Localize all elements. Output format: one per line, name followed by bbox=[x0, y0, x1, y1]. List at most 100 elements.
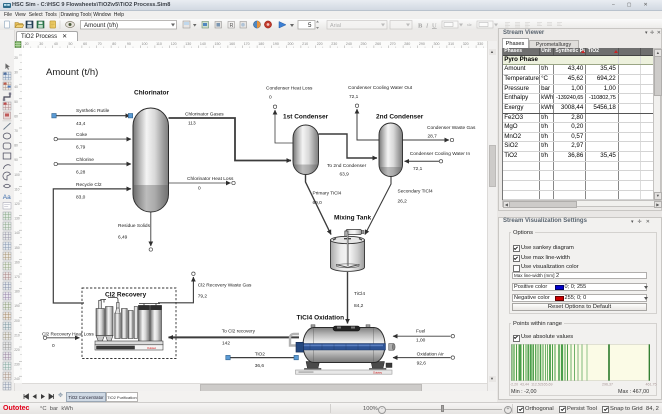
svg-text:69,0: 69,0 bbox=[313, 200, 323, 206]
svg-text:120: 120 bbox=[171, 42, 177, 46]
svg-text:Primary TiCl4: Primary TiCl4 bbox=[313, 191, 342, 197]
svg-text:Outotec: Outotec bbox=[373, 370, 383, 374]
svg-text:250: 250 bbox=[361, 42, 367, 46]
svg-text:83,0: 83,0 bbox=[76, 195, 86, 201]
svg-text:Fuel: Fuel bbox=[416, 329, 425, 335]
svg-text:140: 140 bbox=[14, 231, 20, 235]
svg-text:210: 210 bbox=[302, 42, 308, 46]
svg-text:84,2: 84,2 bbox=[354, 303, 364, 309]
svg-text:70: 70 bbox=[98, 42, 102, 46]
svg-text:79,2: 79,2 bbox=[198, 294, 208, 300]
svg-text:150: 150 bbox=[215, 42, 221, 46]
svg-text:Aa: Aa bbox=[3, 194, 11, 201]
svg-text:TiCl4 Oxidation: TiCl4 Oxidation bbox=[297, 315, 345, 322]
svg-text:63,9: 63,9 bbox=[340, 172, 350, 178]
svg-text:310: 310 bbox=[448, 42, 454, 46]
svg-text:Amount (t/h): Amount (t/h) bbox=[46, 67, 98, 78]
svg-text:180: 180 bbox=[258, 42, 264, 46]
svg-text:60: 60 bbox=[14, 114, 18, 118]
svg-text:72,1: 72,1 bbox=[349, 94, 359, 100]
svg-text:100: 100 bbox=[14, 173, 20, 177]
svg-text:✑: ✑ bbox=[467, 23, 472, 29]
svg-text:Condenser Cooling Water In: Condenser Cooling Water In bbox=[410, 151, 471, 157]
svg-text:240: 240 bbox=[346, 42, 352, 46]
svg-text:Condenser Cooling Water Out: Condenser Cooling Water Out bbox=[348, 85, 413, 91]
svg-text:170: 170 bbox=[244, 42, 250, 46]
svg-text:40: 40 bbox=[14, 85, 18, 89]
svg-text:110: 110 bbox=[14, 187, 19, 191]
svg-text:110: 110 bbox=[156, 42, 162, 46]
svg-text:260: 260 bbox=[375, 42, 381, 46]
svg-text:28,7: 28,7 bbox=[428, 134, 438, 140]
svg-text:300: 300 bbox=[434, 42, 440, 46]
svg-text:Chlorine: Chlorine bbox=[76, 157, 94, 163]
svg-text:Cl2 Recovery: Cl2 Recovery bbox=[105, 292, 147, 299]
svg-text:1st Condenser: 1st Condenser bbox=[283, 114, 329, 121]
svg-text:Recycle Cl2: Recycle Cl2 bbox=[76, 182, 102, 188]
svg-text:90: 90 bbox=[14, 158, 18, 162]
svg-text:6,79: 6,79 bbox=[76, 145, 86, 151]
svg-text:150: 150 bbox=[14, 246, 20, 250]
svg-text:270: 270 bbox=[390, 42, 396, 46]
svg-text:50: 50 bbox=[69, 42, 73, 46]
svg-text:TiCl4: TiCl4 bbox=[354, 291, 365, 297]
svg-text:Coke: Coke bbox=[76, 132, 88, 138]
svg-text:43,4: 43,4 bbox=[76, 121, 86, 127]
svg-text:Chlorinator Heat Loss: Chlorinator Heat Loss bbox=[187, 176, 234, 182]
svg-text:Condenser Heat Loss: Condenser Heat Loss bbox=[266, 86, 313, 92]
svg-text:To Cl2 recovery: To Cl2 recovery bbox=[222, 329, 256, 335]
svg-text:296,37: 296,37 bbox=[602, 383, 613, 387]
svg-text:290: 290 bbox=[419, 42, 425, 46]
svg-text:6,49: 6,49 bbox=[118, 235, 128, 241]
svg-text:130: 130 bbox=[185, 42, 191, 46]
svg-text:60: 60 bbox=[83, 42, 87, 46]
svg-text:Oxidation Air: Oxidation Air bbox=[417, 351, 445, 357]
svg-text:72,1: 72,1 bbox=[413, 166, 423, 172]
svg-text:80: 80 bbox=[112, 42, 116, 46]
svg-text:92,6: 92,6 bbox=[417, 361, 427, 367]
svg-text:6,28: 6,28 bbox=[76, 170, 86, 176]
svg-text:330: 330 bbox=[477, 42, 483, 46]
svg-text:160: 160 bbox=[14, 260, 20, 264]
svg-text:Residue Solids: Residue Solids bbox=[118, 223, 151, 229]
svg-text:Outotec: Outotec bbox=[147, 346, 157, 350]
svg-text:Condenser Waste Gas: Condenser Waste Gas bbox=[427, 125, 476, 131]
svg-text:220: 220 bbox=[14, 348, 20, 352]
svg-text:20: 20 bbox=[14, 56, 18, 60]
svg-text:113: 113 bbox=[188, 121, 196, 127]
svg-text:0: 0 bbox=[52, 343, 55, 349]
svg-text:Cl2 Recovery Waste Gas: Cl2 Recovery Waste Gas bbox=[198, 283, 252, 289]
svg-text:36,6: 36,6 bbox=[255, 363, 265, 369]
svg-text:Synthetic Rutile: Synthetic Rutile bbox=[76, 108, 110, 114]
svg-text:160: 160 bbox=[229, 42, 235, 46]
svg-text:2nd Condenser: 2nd Condenser bbox=[376, 114, 424, 121]
svg-text:0: 0 bbox=[269, 95, 272, 101]
svg-text:180: 180 bbox=[14, 290, 20, 294]
svg-text:43,44: 43,44 bbox=[520, 383, 529, 387]
svg-text:280: 280 bbox=[404, 42, 410, 46]
svg-text:230: 230 bbox=[331, 42, 337, 46]
svg-text:-2,20: -2,20 bbox=[510, 383, 518, 387]
svg-text:TiO2: TiO2 bbox=[255, 351, 266, 357]
svg-text:230: 230 bbox=[14, 363, 20, 367]
svg-text:To 2nd Condenser: To 2nd Condenser bbox=[327, 163, 367, 169]
svg-text:120: 120 bbox=[14, 202, 20, 206]
svg-text:200: 200 bbox=[288, 42, 294, 46]
svg-text:90: 90 bbox=[127, 42, 131, 46]
svg-text:40: 40 bbox=[54, 42, 58, 46]
svg-text:210: 210 bbox=[14, 333, 20, 337]
svg-text:R: R bbox=[230, 23, 234, 29]
svg-text:130: 130 bbox=[14, 217, 20, 221]
svg-text:140: 140 bbox=[200, 42, 206, 46]
svg-text:26,2: 26,2 bbox=[398, 199, 408, 205]
svg-text:30: 30 bbox=[39, 42, 43, 46]
svg-text:240: 240 bbox=[14, 377, 20, 381]
svg-text:190: 190 bbox=[273, 42, 279, 46]
svg-text:70: 70 bbox=[14, 129, 18, 133]
svg-text:461,75: 461,75 bbox=[646, 383, 657, 387]
svg-text:80: 80 bbox=[14, 144, 18, 148]
svg-text:220: 220 bbox=[317, 42, 323, 46]
svg-text:Chlorinator: Chlorinator bbox=[134, 90, 169, 97]
svg-text:112,52: 112,52 bbox=[531, 383, 542, 387]
svg-text:30: 30 bbox=[14, 71, 18, 75]
